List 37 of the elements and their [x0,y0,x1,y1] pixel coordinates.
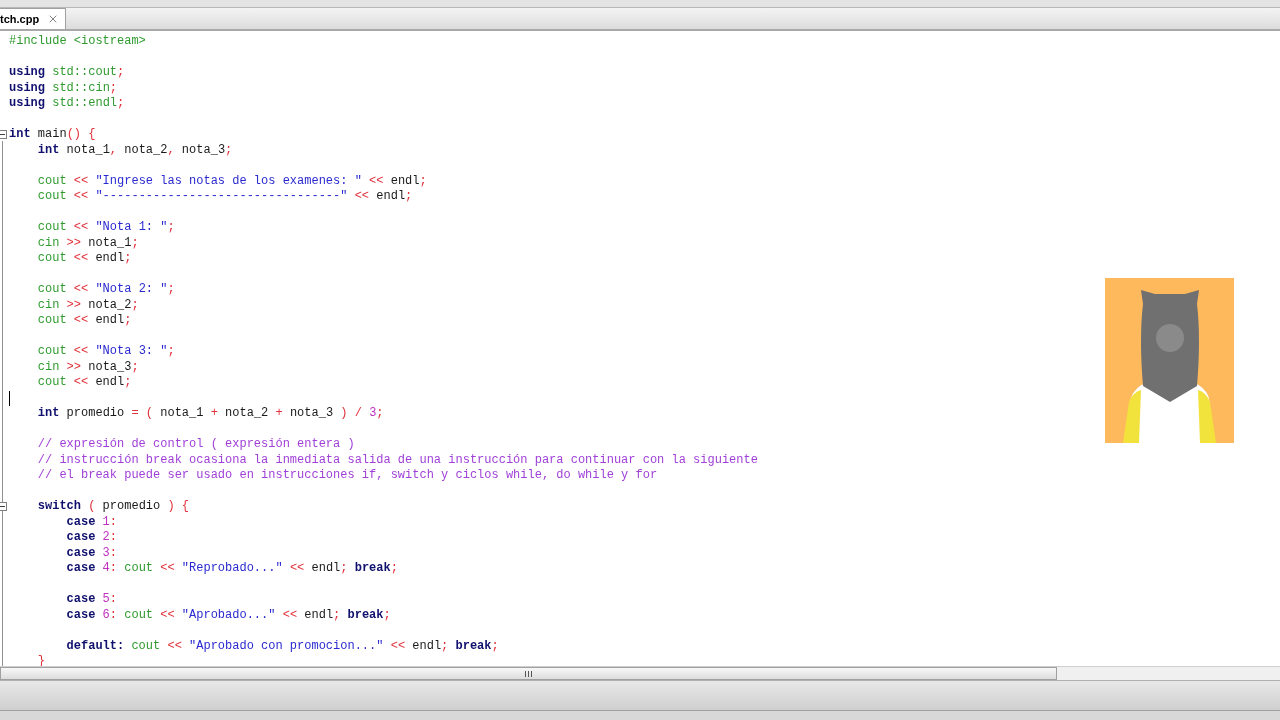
code-line: cout << endl; [36,313,132,329]
code-line: cin >> nota_1; [36,235,139,251]
code-line: case 6: cout << "Aprobado..." << endl; break; [65,607,391,623]
code-line: switch ( promedio ) { [36,499,190,515]
code-line: cin >> nota_3; [36,359,139,375]
code-line: cout << "---------------------------------" << endl; [36,189,413,205]
code-line: case 5: [65,592,118,608]
code-line: cout << "Nota 1: "; [36,220,175,236]
code-line: cout << "Nota 2: "; [36,282,175,298]
code-line: case 1: [65,514,118,530]
code-line: case 2: [65,530,118,546]
code-line: case 4: cout << "Reprobado..." << endl; break; [65,561,398,577]
code-line: int promedio = ( nota_1 + nota_2 + nota_3 ) / 3; [36,406,384,422]
code-line: #include <iostream> [9,34,146,50]
code-line: using std::cout; [9,65,125,81]
text-cursor [9,390,10,406]
code-line: case 3: [65,545,118,561]
code-line: cout << "Nota 3: "; [36,344,175,360]
editor-tab[interactable]: tch.cpp [0,8,67,29]
fold-marker-icon[interactable] [0,502,7,511]
code-line: using std::cin; [9,80,118,96]
code-line: default: cout << "Aprobado con promocion..." << endl; break; [65,638,499,654]
fold-marker-icon[interactable] [0,130,7,139]
code-line: cin >> nota_2; [36,297,139,313]
code-line: cout << "Ingrese las notas de los examenes: " << endl; [36,173,427,189]
code-line: int nota_1, nota_2, nota_3; [36,142,233,158]
horizontal-scrollbar[interactable] [0,666,1280,680]
code-line: cout << endl; [36,375,132,391]
code-line: // el break puede ser usado en instrucciones if, switch y ciclos while, do while y for [36,468,658,484]
grip-icon [525,670,532,677]
scrollbar-thumb[interactable] [0,667,1057,680]
code-line: cout << endl; [36,251,132,267]
code-line: int main() { [9,127,96,143]
code-line: // expresión de control ( expresión entera ) [36,437,355,453]
code-line: // instrucción break ocasiona la inmediata salida de una instrucción para continuar con la siguiente [36,452,758,468]
code-line: } [36,654,45,666]
code-line: using std::endl; [9,96,125,112]
